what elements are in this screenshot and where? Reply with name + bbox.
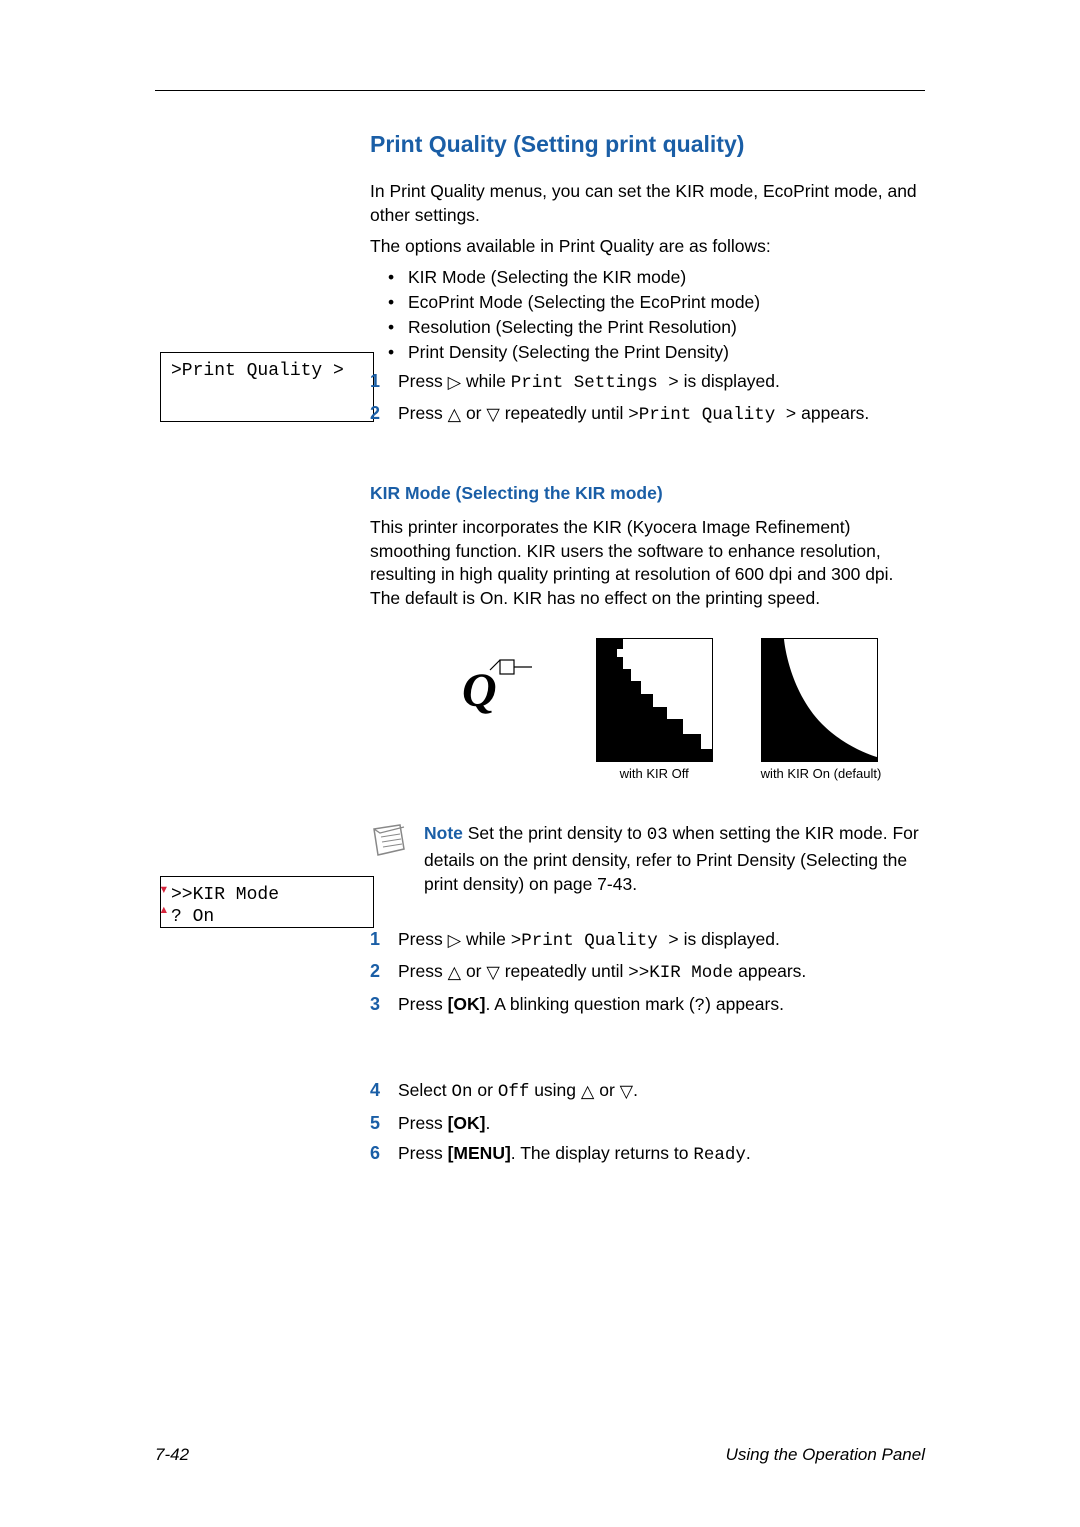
text: Set the print density to — [463, 823, 647, 843]
lcd-line2: ? On — [171, 907, 363, 929]
intro-paragraph: The options available in Print Quality a… — [370, 235, 925, 259]
triangle-right-icon: ▷ — [448, 370, 461, 395]
magnify-icon: Q — [454, 650, 534, 770]
triangle-up-icon: △ — [448, 402, 461, 427]
footer-title: Using the Operation Panel — [726, 1445, 925, 1465]
content-column: Print Quality (Setting print quality) In… — [370, 131, 925, 1168]
page-number: 7-42 — [155, 1445, 189, 1465]
code-text: Off — [498, 1082, 530, 1102]
triangle-up-icon: △ — [448, 960, 461, 985]
text: appears. — [733, 961, 806, 981]
triangle-right-icon: ▷ — [448, 928, 461, 953]
note-label: Note — [424, 823, 463, 843]
section-heading: Print Quality (Setting print quality) — [370, 131, 925, 158]
step: Press △ or ▽ repeatedly until >>KIR Mode… — [370, 959, 925, 986]
lcd-panel-kir-mode: ▾ ▴ >>KIR Mode ? On — [160, 876, 374, 928]
rule-top — [155, 90, 925, 91]
code-text: Ready — [693, 1145, 746, 1165]
options-list: KIR Mode (Selecting the KIR mode) EcoPri… — [388, 267, 925, 363]
kir-off-sample — [596, 638, 713, 762]
text: appears. — [796, 403, 869, 423]
text: . — [746, 1143, 751, 1163]
text: using — [529, 1080, 581, 1100]
text: . — [633, 1080, 638, 1100]
svg-text:Q: Q — [462, 664, 497, 717]
list-item: KIR Mode (Selecting the KIR mode) — [388, 267, 925, 288]
kir-paragraph: This printer incorporates the KIR (Kyoce… — [370, 516, 925, 611]
code-text: On — [452, 1082, 473, 1102]
text: Press — [398, 1113, 448, 1133]
step: Press [OK]. — [370, 1111, 925, 1136]
note-icon — [370, 823, 408, 857]
intro-paragraph: In Print Quality menus, you can set the … — [370, 180, 925, 227]
steps-b: Press ▷ while >Print Quality > is displa… — [370, 927, 925, 1019]
list-item: Print Density (Selecting the Print Densi… — [388, 342, 925, 363]
code-text: >Print Quality > — [511, 931, 679, 951]
steps-b-cont: Select On or Off using △ or ▽. Press [OK… — [370, 1078, 925, 1168]
page: >Print Quality > ▾ ▴ >>KIR Mode ? On Pri… — [0, 0, 1080, 1527]
text: or — [461, 403, 486, 423]
text: repeatedly until — [500, 403, 628, 423]
list-item: EcoPrint Mode (Selecting the EcoPrint mo… — [388, 292, 925, 313]
text: while — [461, 929, 511, 949]
page-footer: 7-42 Using the Operation Panel — [155, 1445, 925, 1465]
text: Press — [398, 994, 448, 1014]
step: Press ▷ while >Print Quality > is displa… — [370, 927, 925, 954]
kir-on-column: with KIR On (default) — [761, 638, 882, 781]
text: Press — [398, 1143, 448, 1163]
lcd-panel-print-quality: >Print Quality > — [160, 352, 374, 422]
code-text: 03 — [647, 825, 668, 845]
text: Select — [398, 1080, 452, 1100]
text: . A blinking question mark ( — [486, 994, 695, 1014]
triangle-down-icon: ▽ — [620, 1079, 633, 1104]
text: . The display returns to — [511, 1143, 694, 1163]
step: Press [OK]. A blinking question mark (?)… — [370, 992, 925, 1019]
step: Press ▷ while Print Settings > is displa… — [370, 369, 925, 396]
code-text: ? — [695, 996, 706, 1016]
step: Select On or Off using △ or ▽. — [370, 1078, 925, 1105]
blink-mark-icon: ▴ — [159, 901, 169, 920]
note-block: Note Set the print density to 03 when se… — [370, 821, 925, 897]
ok-key: [OK] — [448, 1113, 486, 1133]
step: Press △ or ▽ repeatedly until >Print Qua… — [370, 401, 925, 428]
code-text: >Print Quality > — [628, 405, 796, 425]
text: ) appears. — [705, 994, 784, 1014]
text: repeatedly until — [500, 961, 628, 981]
text: or — [473, 1080, 498, 1100]
kir-on-sample — [761, 638, 878, 762]
text: . — [486, 1113, 491, 1133]
note-text: Note Set the print density to 03 when se… — [424, 821, 925, 897]
text: or — [461, 961, 486, 981]
triangle-down-icon: ▽ — [486, 402, 499, 427]
kir-off-column: with KIR Off — [596, 638, 713, 781]
text: Press — [398, 403, 448, 423]
code-text: >>KIR Mode — [628, 963, 733, 983]
menu-key: [MENU] — [448, 1143, 511, 1163]
text: Press — [398, 961, 448, 981]
lcd-line1: >>KIR Mode — [171, 885, 363, 907]
text: is displayed. — [679, 371, 780, 391]
ok-key: [OK] — [448, 994, 486, 1014]
kir-off-caption: with KIR Off — [596, 766, 713, 781]
text: or — [594, 1080, 619, 1100]
text: Press — [398, 929, 448, 949]
triangle-up-icon: △ — [581, 1079, 594, 1104]
subsection-heading: KIR Mode (Selecting the KIR mode) — [370, 483, 925, 504]
lcd-text: >Print Quality > — [171, 361, 344, 381]
triangle-down-icon: ▽ — [486, 960, 499, 985]
text: while — [461, 371, 511, 391]
step: Press [MENU]. The display returns to Rea… — [370, 1141, 925, 1168]
kir-on-caption: with KIR On (default) — [761, 766, 882, 781]
steps-a: Press ▷ while Print Settings > is displa… — [370, 369, 925, 428]
kir-illustration: Q with KIR Off — [410, 638, 925, 781]
blink-mark-icon: ▾ — [159, 881, 169, 900]
text: is displayed. — [679, 929, 780, 949]
text: Press — [398, 371, 448, 391]
list-item: Resolution (Selecting the Print Resoluti… — [388, 317, 925, 338]
code-text: Print Settings > — [511, 373, 679, 393]
